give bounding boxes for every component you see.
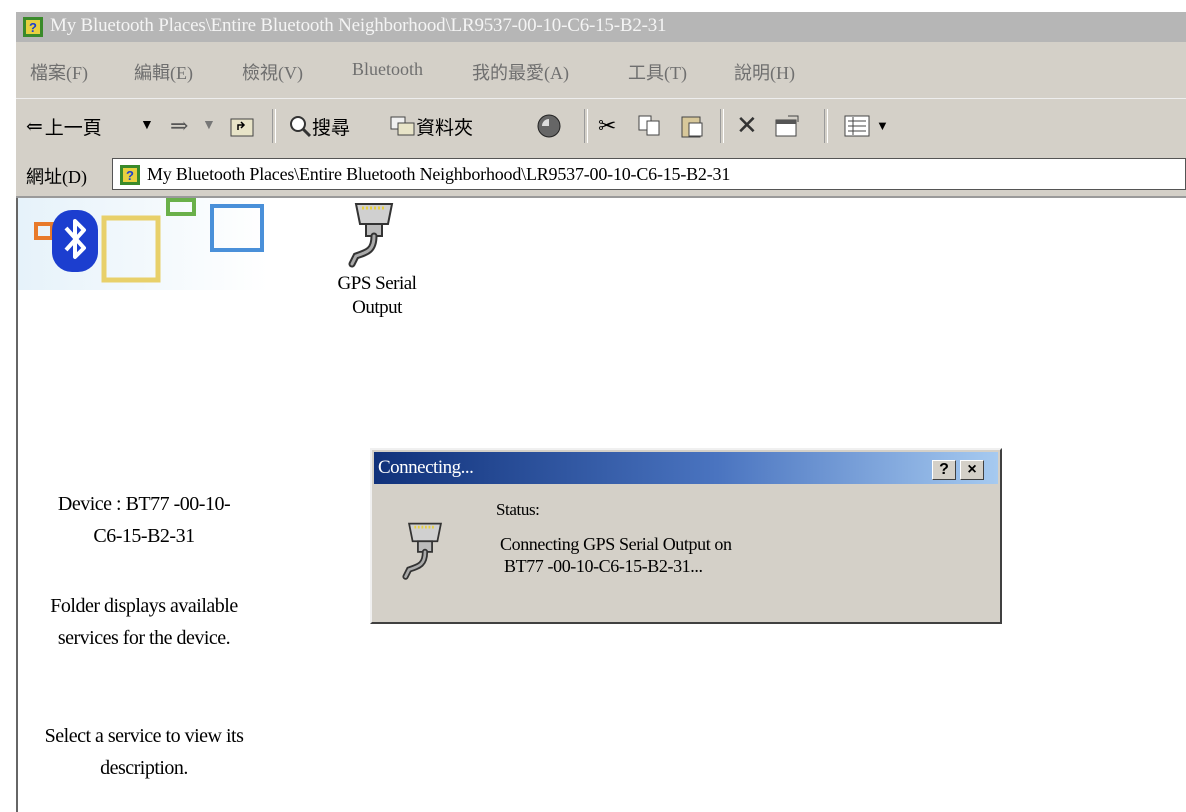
select-line1: Select a service to view its (44, 725, 244, 747)
connecting-dialog: Connecting... ? × Status: Connecting GPS… (370, 448, 1002, 624)
search-icon (290, 116, 312, 138)
back-button[interactable]: ⇐ 上一頁 (26, 109, 102, 143)
window-title-bar[interactable]: ? My Bluetooth Places\Entire Bluetooth N… (16, 12, 1186, 42)
menu-view[interactable]: 檢視(V) (242, 59, 303, 85)
address-label: 網址(D) (26, 167, 87, 187)
toolbar: ⇐ 上一頁 ▼ ⇒ ▼ 搜尋 資料夾 ✂ ✕ ▼ (16, 98, 1186, 155)
address-input[interactable]: ? My Bluetooth Places\Entire Bluetooth N… (112, 158, 1186, 190)
address-bar: 網址(D) ? My Bluetooth Places\Entire Bluet… (16, 154, 1186, 198)
address-value: My Bluetooth Places\Entire Bluetooth Nei… (147, 164, 731, 184)
menu-bar: 檔案(F) 編輯(E) 檢視(V) Bluetooth 我的最愛(A) 工具(T… (16, 42, 1186, 98)
service-gps-serial-output[interactable]: GPS Serial Output (318, 200, 436, 326)
delete-icon[interactable]: ✕ (736, 109, 758, 143)
back-label: 上一頁 (44, 117, 102, 139)
service-label-line2: Output (352, 297, 402, 318)
back-dropdown-icon[interactable]: ▼ (140, 109, 154, 143)
up-folder-icon (230, 118, 254, 137)
menu-bluetooth[interactable]: Bluetooth (352, 59, 423, 80)
forward-arrow-icon[interactable]: ⇒ (170, 109, 188, 143)
history-button[interactable] (536, 109, 562, 143)
back-arrow-icon: ⇐ (26, 115, 43, 138)
help-button[interactable]: ? (932, 460, 956, 480)
views-dropdown-icon: ▼ (876, 118, 889, 133)
bluetooth-places-icon: ? (120, 165, 140, 185)
svg-text:?: ? (29, 20, 37, 35)
select-hint: Select a service to view its description… (24, 720, 264, 784)
cut-icon[interactable]: ✂ (598, 109, 616, 143)
search-button[interactable]: 搜尋 (288, 109, 350, 143)
history-icon (537, 114, 561, 138)
folder-line2: services for the device. (57, 627, 231, 649)
menu-help[interactable]: 說明(H) (734, 59, 795, 85)
views-icon (844, 115, 870, 137)
menu-favorites[interactable]: 我的最愛(A) (472, 59, 569, 85)
folder-description: Folder displays available services for t… (24, 590, 264, 654)
copy-button[interactable] (638, 109, 662, 143)
dialog-title-bar[interactable]: Connecting... ? × (374, 452, 998, 484)
device-line2: C6-15-B2-31 (93, 525, 195, 547)
views-button[interactable]: ▼ (844, 109, 889, 143)
device-info: Device : BT77 -00-10- C6-15-B2-31 (24, 488, 264, 552)
select-line2: description. (100, 757, 188, 779)
copy-icon (638, 115, 660, 136)
menu-tools[interactable]: 工具(T) (628, 59, 687, 85)
status-message-line2: BT77 -00-10-C6-15-B2-31... (504, 556, 703, 576)
properties-icon (775, 115, 799, 137)
menu-file[interactable]: 檔案(F) (30, 59, 88, 85)
serial-port-icon (402, 522, 443, 580)
service-label-line1: GPS Serial (337, 273, 417, 294)
close-button[interactable]: × (960, 460, 984, 480)
folder-line1: Folder displays available (50, 595, 238, 617)
bluetooth-places-icon: ? (23, 17, 43, 37)
properties-button[interactable] (774, 109, 800, 143)
folders-button[interactable]: 資料夾 (390, 109, 473, 143)
status-message-line1: Connecting GPS Serial Output on (500, 534, 732, 554)
folders-label: 資料夾 (416, 117, 474, 139)
serial-port-icon (348, 203, 394, 268)
svg-text:?: ? (126, 168, 134, 183)
paste-button[interactable] (680, 109, 704, 143)
paste-icon (681, 116, 703, 138)
up-folder-button[interactable] (230, 109, 254, 143)
device-line1: Device : BT77 -00-10- (57, 493, 231, 515)
forward-dropdown-icon[interactable]: ▼ (202, 109, 216, 143)
status-label: Status: (496, 500, 540, 519)
window-title: My Bluetooth Places\Entire Bluetooth Nei… (50, 15, 667, 36)
bluetooth-banner (18, 198, 268, 290)
dialog-title: Connecting... (378, 457, 474, 478)
menu-edit[interactable]: 編輯(E) (134, 59, 193, 85)
search-label: 搜尋 (312, 117, 351, 139)
folders-icon (390, 116, 415, 136)
